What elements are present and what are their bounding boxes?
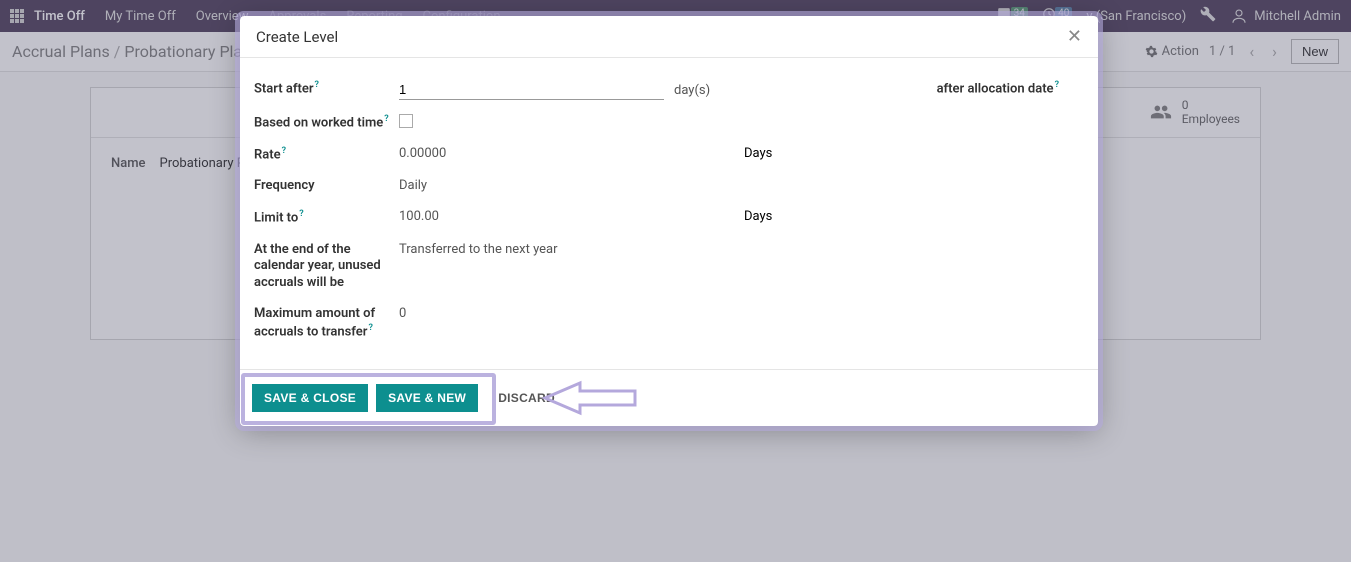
help-icon[interactable]: ? — [315, 80, 319, 90]
help-icon[interactable]: ? — [384, 114, 388, 124]
modal-body: Start after? day(s) after allocation dat… — [240, 58, 1098, 369]
save-new-button[interactable]: SAVE & NEW — [376, 384, 478, 412]
label-limit: Limit to? — [254, 209, 399, 227]
rate-value[interactable]: 0.00000 — [399, 146, 446, 161]
label-start-after: Start after? — [254, 80, 399, 98]
year-end-value[interactable]: Transferred to the next year — [399, 242, 558, 257]
help-icon[interactable]: ? — [368, 323, 372, 333]
label-max-transfer: Maximum amount of accruals to transfer? — [254, 306, 399, 341]
close-icon[interactable]: ✕ — [1067, 26, 1082, 47]
create-level-modal: Create Level ✕ Start after? day(s) after… — [240, 16, 1098, 426]
label-after-allocation: after allocation date? — [937, 80, 1059, 96]
limit-value[interactable]: 100.00 — [399, 209, 439, 224]
frequency-value[interactable]: Daily — [399, 178, 427, 193]
row-rate: Rate? 0.00000 Days — [254, 146, 1084, 164]
worked-time-checkbox[interactable] — [399, 114, 413, 128]
row-year-end: At the end of the calendar year, unused … — [254, 242, 1084, 293]
modal-header: Create Level ✕ — [240, 16, 1098, 58]
save-close-button[interactable]: SAVE & CLOSE — [252, 384, 368, 412]
modal-footer: SAVE & CLOSE SAVE & NEW DISCARD — [240, 369, 1098, 426]
label-frequency: Frequency — [254, 178, 399, 195]
row-max-transfer: Maximum amount of accruals to transfer? … — [254, 306, 1084, 341]
label-worked-time: Based on worked time? — [254, 114, 399, 132]
help-icon[interactable]: ? — [299, 209, 303, 219]
discard-button[interactable]: DISCARD — [486, 384, 567, 412]
help-icon[interactable]: ? — [282, 146, 286, 156]
help-icon[interactable]: ? — [1055, 80, 1059, 90]
row-start-after: Start after? day(s) after allocation dat… — [254, 80, 1084, 100]
row-frequency: Frequency Daily — [254, 178, 1084, 195]
label-rate: Rate? — [254, 146, 399, 164]
modal-title: Create Level — [256, 28, 338, 46]
label-year-end: At the end of the calendar year, unused … — [254, 242, 399, 293]
rate-unit[interactable]: Days — [744, 146, 772, 161]
start-after-unit[interactable]: day(s) — [674, 83, 710, 98]
limit-unit[interactable]: Days — [744, 209, 772, 224]
row-worked-time: Based on worked time? — [254, 114, 1084, 132]
max-transfer-value[interactable]: 0 — [399, 306, 406, 321]
row-limit: Limit to? 100.00 Days — [254, 209, 1084, 227]
start-after-input[interactable] — [399, 80, 664, 100]
